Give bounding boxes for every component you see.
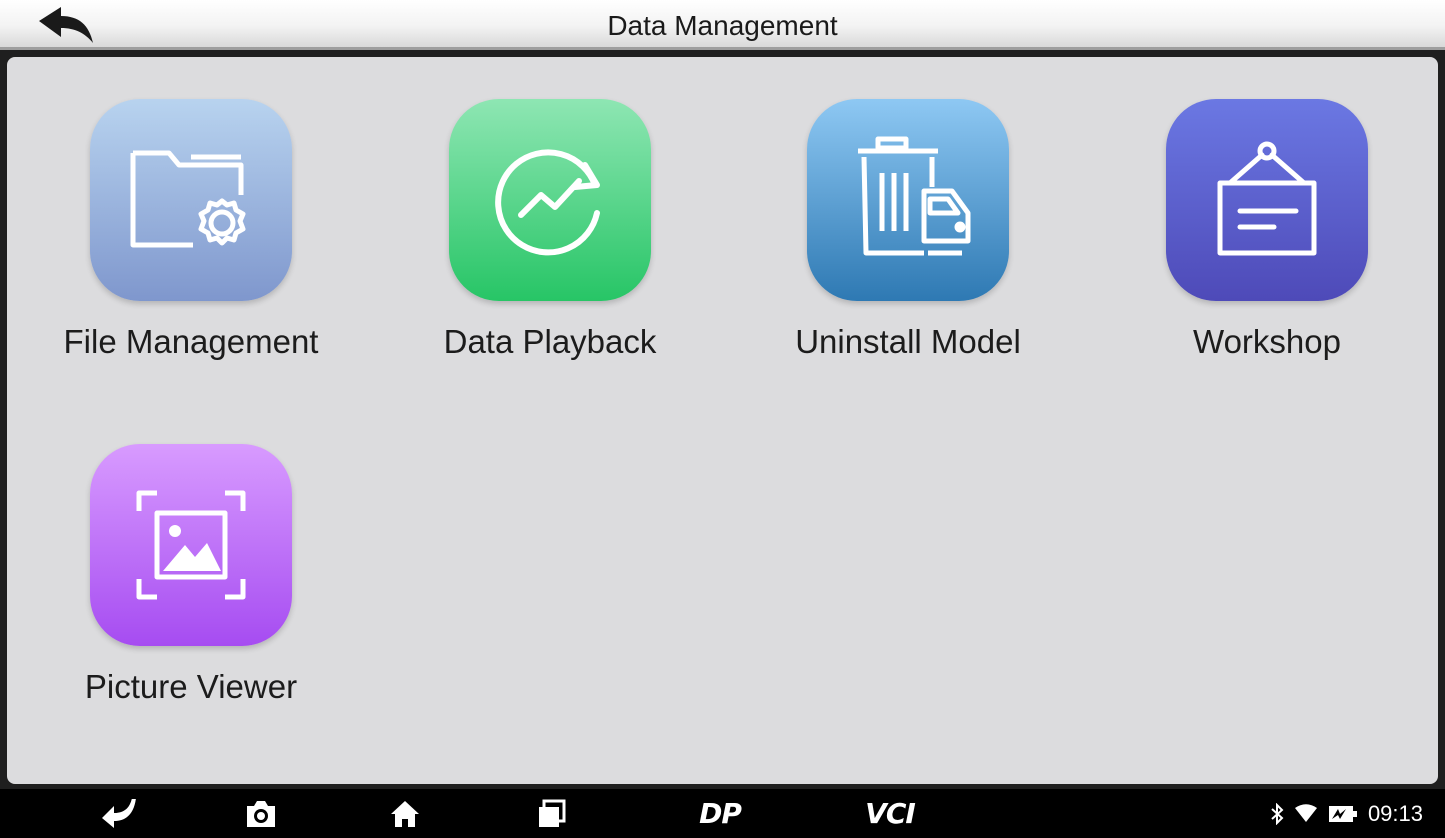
wifi-icon xyxy=(1294,803,1317,822)
file-management-tile[interactable]: File Management xyxy=(41,99,341,361)
battery-icon xyxy=(1328,805,1357,822)
dp-label: DP xyxy=(699,797,742,830)
hanging-sign-icon xyxy=(1166,99,1368,301)
status-area: 09:13 xyxy=(1270,789,1423,838)
clock: 09:13 xyxy=(1367,800,1423,826)
bluetooth-icon xyxy=(1271,802,1284,825)
nav-camera-button[interactable] xyxy=(231,789,291,838)
nav-dp-button[interactable]: DP xyxy=(685,789,755,838)
data-playback-tile[interactable]: Data Playback xyxy=(400,99,700,361)
return-arrow-icon xyxy=(102,798,136,828)
nav-back-button[interactable] xyxy=(88,789,148,838)
app-label: Uninstall Model xyxy=(795,323,1021,360)
picture-viewer-tile[interactable]: Picture Viewer xyxy=(41,444,341,706)
recents-icon xyxy=(539,799,566,827)
home-icon xyxy=(391,800,419,827)
workshop-tile[interactable]: Workshop xyxy=(1117,99,1417,361)
vci-label: VCI xyxy=(865,797,916,830)
title-bar: Data Management xyxy=(0,0,1445,50)
app-label: File Management xyxy=(63,323,319,360)
app-label: Workshop xyxy=(1193,323,1341,360)
system-nav-bar: DP VCI 09:13 xyxy=(0,789,1445,838)
uninstall-model-tile[interactable]: Uninstall Model xyxy=(758,99,1058,361)
page-title: Data Management xyxy=(607,10,838,41)
folder-gear-icon xyxy=(90,99,292,301)
app-label: Picture Viewer xyxy=(84,668,298,705)
app-label: Data Playback xyxy=(443,323,657,360)
camera-icon xyxy=(247,800,275,827)
trash-truck-icon xyxy=(807,99,1009,301)
picture-frame-icon xyxy=(90,444,292,646)
playback-chart-icon xyxy=(449,99,651,301)
nav-vci-button[interactable]: VCI xyxy=(855,789,925,838)
nav-home-button[interactable] xyxy=(375,789,435,838)
app-grid: File Management Data Playback Uninstall … xyxy=(7,57,1438,784)
nav-recents-button[interactable] xyxy=(521,789,581,838)
